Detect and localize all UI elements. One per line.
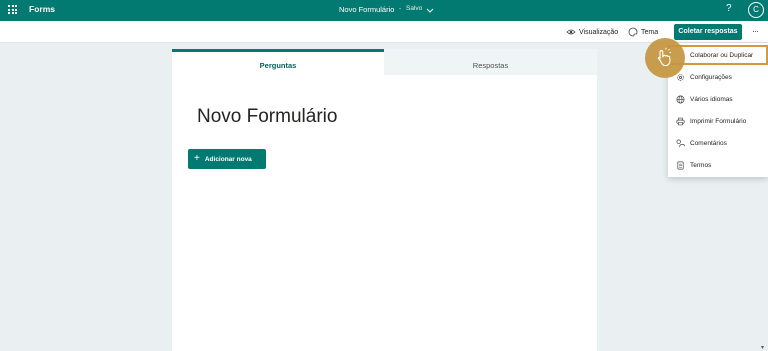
theme-label: Tema <box>641 28 659 36</box>
save-status: Salvo <box>406 5 423 12</box>
more-options-icon[interactable]: ··· <box>752 26 759 36</box>
menu-item-label: Imprimir Formulário <box>690 117 747 125</box>
collect-responses-button[interactable]: Coletar respostas <box>674 24 742 40</box>
command-bar: Visualização Tema Coletar respostas ··· <box>0 21 768 43</box>
menu-item-label: Configurações <box>690 73 732 81</box>
title-separator: - <box>399 5 402 12</box>
preview-button[interactable]: Visualização <box>566 26 618 38</box>
tab-responses[interactable]: Respostas <box>384 49 597 75</box>
avatar[interactable]: C <box>748 2 764 18</box>
theme-button[interactable]: Tema <box>628 26 658 38</box>
top-bar: Forms Novo Formulário - Salvo ? C <box>0 0 768 21</box>
menu-item-label: Colaborar ou Duplicar <box>690 51 754 59</box>
pointer-cursor-icon <box>657 47 671 67</box>
eye-icon <box>566 29 576 35</box>
menu-item-label: Termos <box>690 161 712 169</box>
document-title[interactable]: Novo Formulário <box>339 5 394 14</box>
plus-icon: + <box>194 153 200 164</box>
add-new-button[interactable]: + Adicionar nova <box>188 149 266 169</box>
menu-item-print[interactable]: Imprimir Formulário <box>668 111 768 131</box>
comments-icon <box>676 139 685 147</box>
print-icon <box>676 117 685 125</box>
document-icon <box>677 161 684 169</box>
menu-item-comments[interactable]: Comentários <box>668 133 768 153</box>
gear-icon <box>677 73 684 81</box>
menu-item-settings[interactable]: Configurações <box>668 67 768 87</box>
palette-icon <box>628 27 638 37</box>
menu-item-languages[interactable]: Vários idiomas <box>668 89 768 109</box>
tab-questions[interactable]: Perguntas <box>172 49 384 75</box>
scroll-down-arrow-icon[interactable]: ▾ <box>761 344 767 351</box>
help-icon[interactable]: ? <box>726 3 732 14</box>
app-name[interactable]: Forms <box>29 4 55 14</box>
form-title[interactable]: Novo Formulário <box>197 106 337 128</box>
chevron-down-icon[interactable] <box>425 5 435 15</box>
add-new-label: Adicionar nova <box>204 155 252 163</box>
menu-item-label: Vários idiomas <box>690 95 733 103</box>
menu-item-terms[interactable]: Termos <box>668 155 768 175</box>
app-launcher-icon[interactable] <box>8 5 17 14</box>
globe-icon <box>676 95 685 103</box>
form-card: Perguntas Respostas Novo Formulário + Ad… <box>172 49 597 351</box>
preview-label: Visualização <box>579 28 619 36</box>
menu-item-label: Comentários <box>690 139 727 147</box>
